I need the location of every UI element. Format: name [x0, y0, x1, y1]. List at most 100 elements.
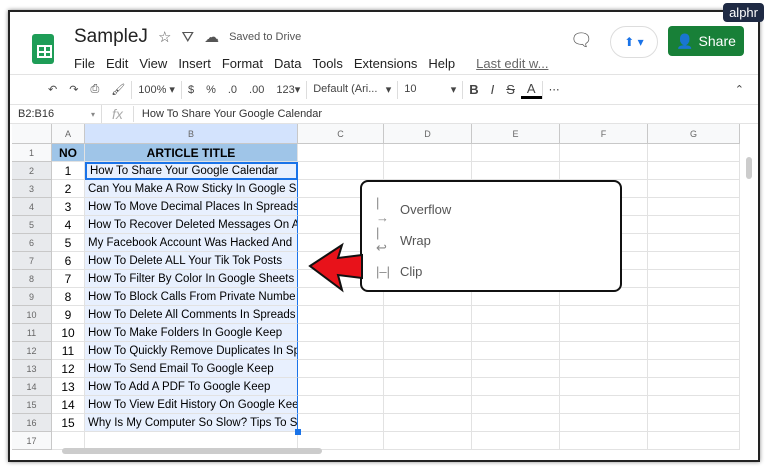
cell[interactable] [298, 144, 384, 162]
cell[interactable] [298, 414, 384, 432]
cell[interactable] [560, 414, 648, 432]
cell[interactable] [560, 360, 648, 378]
cell[interactable] [648, 324, 740, 342]
row-header[interactable]: 3 [12, 180, 52, 198]
cell[interactable] [648, 378, 740, 396]
cell-article-title[interactable]: Can You Make A Row Sticky In Google S [85, 180, 298, 198]
cell[interactable] [648, 432, 740, 450]
redo-icon[interactable]: ↷ [63, 83, 84, 96]
cell[interactable] [298, 342, 384, 360]
cell[interactable] [560, 306, 648, 324]
cell[interactable] [472, 162, 560, 180]
cell-article-title[interactable]: How To Delete All Comments In Spreads [85, 306, 298, 324]
menu-extensions[interactable]: Extensions [354, 56, 418, 71]
cell[interactable] [472, 144, 560, 162]
cell[interactable] [560, 162, 648, 180]
row-header[interactable]: 12 [12, 342, 52, 360]
selection-fill-handle[interactable] [295, 429, 301, 435]
row-header[interactable]: 6 [12, 234, 52, 252]
cell[interactable] [648, 342, 740, 360]
font-select[interactable]: Default (Ari... ▾ [307, 83, 397, 96]
cell[interactable] [560, 378, 648, 396]
cell-article-title[interactable]: Why Is My Computer So Slow? Tips To S [85, 414, 298, 432]
menu-edit[interactable]: Edit [106, 56, 128, 71]
menu-data[interactable]: Data [274, 56, 301, 71]
cell[interactable] [384, 342, 472, 360]
cell-no[interactable]: 10 [52, 324, 85, 342]
cell[interactable] [560, 396, 648, 414]
column-header-a[interactable]: A [52, 124, 85, 144]
cell[interactable] [384, 378, 472, 396]
cell[interactable] [648, 234, 740, 252]
row-header[interactable]: 9 [12, 288, 52, 306]
cell[interactable] [384, 144, 472, 162]
formula-input[interactable]: How To Share Your Google Calendar [134, 108, 322, 120]
cell[interactable] [648, 252, 740, 270]
column-header-e[interactable]: E [472, 124, 560, 144]
cell[interactable] [384, 162, 472, 180]
cell[interactable] [648, 288, 740, 306]
cell-no[interactable]: 12 [52, 360, 85, 378]
cell[interactable] [648, 180, 740, 198]
menu-insert[interactable]: Insert [178, 56, 211, 71]
column-header-d[interactable]: D [384, 124, 472, 144]
decrease-decimal-button[interactable]: .0 [222, 84, 243, 96]
cell[interactable] [648, 162, 740, 180]
cell[interactable] [298, 306, 384, 324]
row-header[interactable]: 14 [12, 378, 52, 396]
cell-article-title[interactable]: How To Delete ALL Your Tik Tok Posts [85, 252, 298, 270]
menu-file[interactable]: File [74, 56, 95, 71]
cell-article-title[interactable]: How To Make Folders In Google Keep [85, 324, 298, 342]
cell[interactable] [472, 378, 560, 396]
percent-button[interactable]: % [200, 84, 222, 96]
strikethrough-button[interactable]: S [500, 82, 521, 97]
cell[interactable] [472, 306, 560, 324]
row-header[interactable]: 11 [12, 324, 52, 342]
row-header[interactable]: 7 [12, 252, 52, 270]
cell[interactable] [560, 324, 648, 342]
cell[interactable] [648, 216, 740, 234]
cell[interactable] [648, 396, 740, 414]
share-button[interactable]: 👤 Share [668, 26, 744, 56]
header-no[interactable]: NO [52, 144, 85, 162]
cell-article-title[interactable]: My Facebook Account Was Hacked And [85, 234, 298, 252]
row-header[interactable]: 4 [12, 198, 52, 216]
paint-format-icon[interactable]: 🖌 [105, 83, 131, 96]
cell[interactable] [472, 324, 560, 342]
cell[interactable] [472, 360, 560, 378]
cell[interactable] [648, 306, 740, 324]
cell-article-title[interactable]: How To Move Decimal Places In Spreads [85, 198, 298, 216]
column-header-c[interactable]: C [298, 124, 384, 144]
row-header[interactable]: 13 [12, 360, 52, 378]
number-format-select[interactable]: 123▾ [270, 83, 306, 96]
cell-no[interactable]: 6 [52, 252, 85, 270]
menu-help[interactable]: Help [428, 56, 455, 71]
cell-no[interactable]: 11 [52, 342, 85, 360]
row-header[interactable]: 16 [12, 414, 52, 432]
cell-article-title[interactable]: How To Recover Deleted Messages On A [85, 216, 298, 234]
cell-article-title[interactable]: How To View Edit History On Google Kee [85, 396, 298, 414]
cell[interactable] [384, 396, 472, 414]
cell-no[interactable]: 15 [52, 414, 85, 432]
zoom-select[interactable]: 100% ▾ [132, 83, 181, 96]
cell-article-title[interactable]: How To Add A PDF To Google Keep [85, 378, 298, 396]
cell-no[interactable]: 9 [52, 306, 85, 324]
cell-article-title[interactable]: How To Block Calls From Private Numbe [85, 288, 298, 306]
cell[interactable] [472, 414, 560, 432]
last-edit-link[interactable]: Last edit w... [476, 56, 548, 71]
text-color-button[interactable]: A [520, 81, 542, 99]
cell-no[interactable]: 3 [52, 198, 85, 216]
select-all-corner[interactable] [12, 124, 52, 144]
cell[interactable] [472, 396, 560, 414]
horizontal-scrollbar[interactable] [62, 448, 322, 454]
cell-article-title[interactable]: How To Quickly Remove Duplicates In Sp [85, 342, 298, 360]
name-box[interactable]: B2:B16 ▾ [10, 105, 102, 123]
cell[interactable] [384, 306, 472, 324]
cell[interactable] [298, 378, 384, 396]
cell-no[interactable]: 5 [52, 234, 85, 252]
row-header[interactable]: 17 [12, 432, 52, 450]
cell[interactable] [648, 270, 740, 288]
increase-decimal-button[interactable]: .00 [243, 84, 270, 96]
menu-format[interactable]: Format [222, 56, 263, 71]
cell-no[interactable]: 1 [52, 162, 85, 180]
